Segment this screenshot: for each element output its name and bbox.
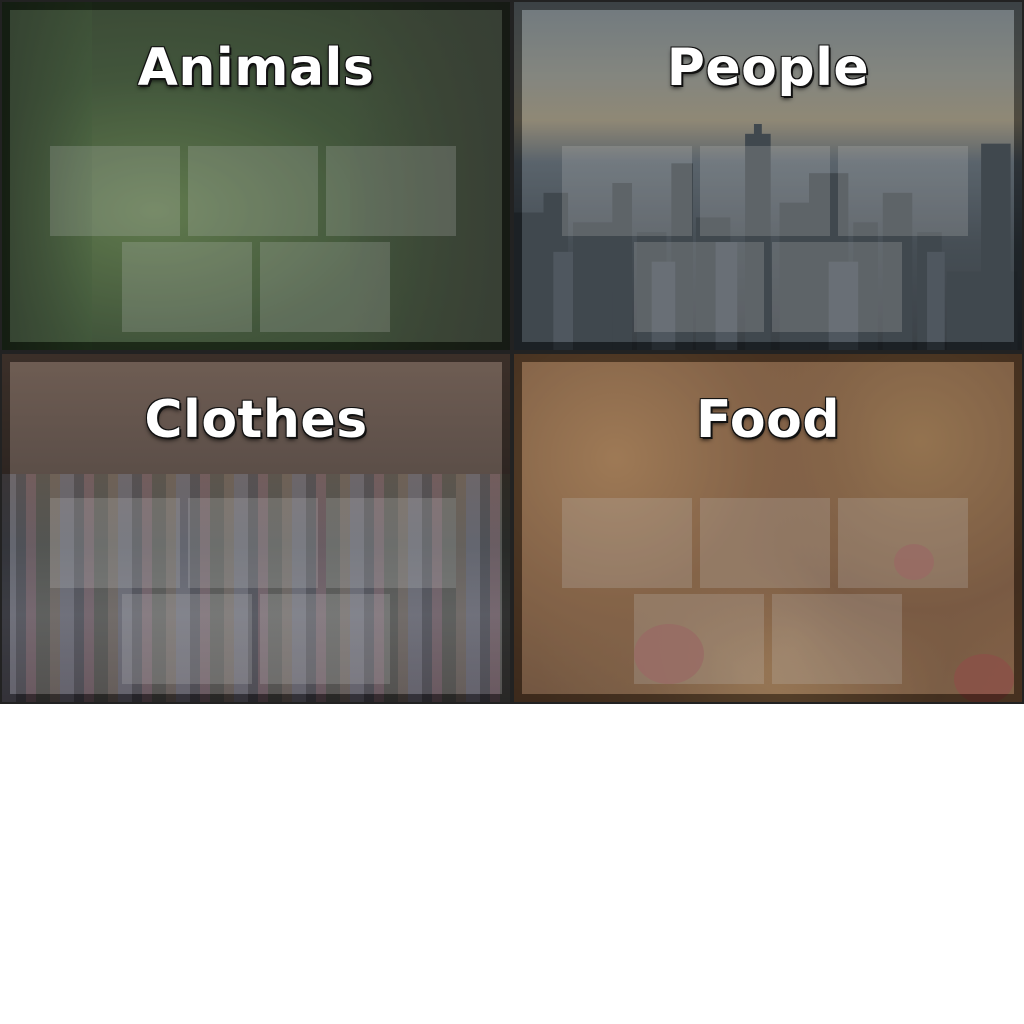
image-slot[interactable] bbox=[326, 146, 456, 236]
image-slot[interactable] bbox=[772, 594, 902, 684]
image-slot[interactable] bbox=[700, 146, 830, 236]
image-slot[interactable] bbox=[260, 242, 390, 332]
image-slot[interactable] bbox=[562, 146, 692, 236]
image-slot[interactable] bbox=[326, 498, 456, 588]
image-slot[interactable] bbox=[838, 498, 968, 588]
image-slot[interactable] bbox=[188, 498, 318, 588]
image-slot[interactable] bbox=[188, 146, 318, 236]
category-card-animals[interactable]: Animals bbox=[0, 0, 512, 352]
image-slot[interactable] bbox=[634, 242, 764, 332]
category-card-food[interactable]: Food bbox=[512, 352, 1024, 704]
image-slot[interactable] bbox=[260, 594, 390, 684]
image-slot[interactable] bbox=[122, 242, 252, 332]
category-title: People bbox=[666, 38, 870, 98]
category-title: Food bbox=[695, 390, 841, 450]
image-slot[interactable] bbox=[562, 498, 692, 588]
image-slot[interactable] bbox=[122, 594, 252, 684]
image-slot[interactable] bbox=[700, 498, 830, 588]
category-grid: Animals People Clothes Food bbox=[0, 0, 1024, 704]
image-slot[interactable] bbox=[772, 242, 902, 332]
image-slot[interactable] bbox=[50, 146, 180, 236]
image-slot[interactable] bbox=[634, 594, 764, 684]
category-card-clothes[interactable]: Clothes bbox=[0, 352, 512, 704]
category-title: Clothes bbox=[144, 390, 368, 450]
image-slot[interactable] bbox=[50, 498, 180, 588]
image-slot[interactable] bbox=[838, 146, 968, 236]
category-card-people[interactable]: People bbox=[512, 0, 1024, 352]
category-title: Animals bbox=[137, 38, 375, 98]
